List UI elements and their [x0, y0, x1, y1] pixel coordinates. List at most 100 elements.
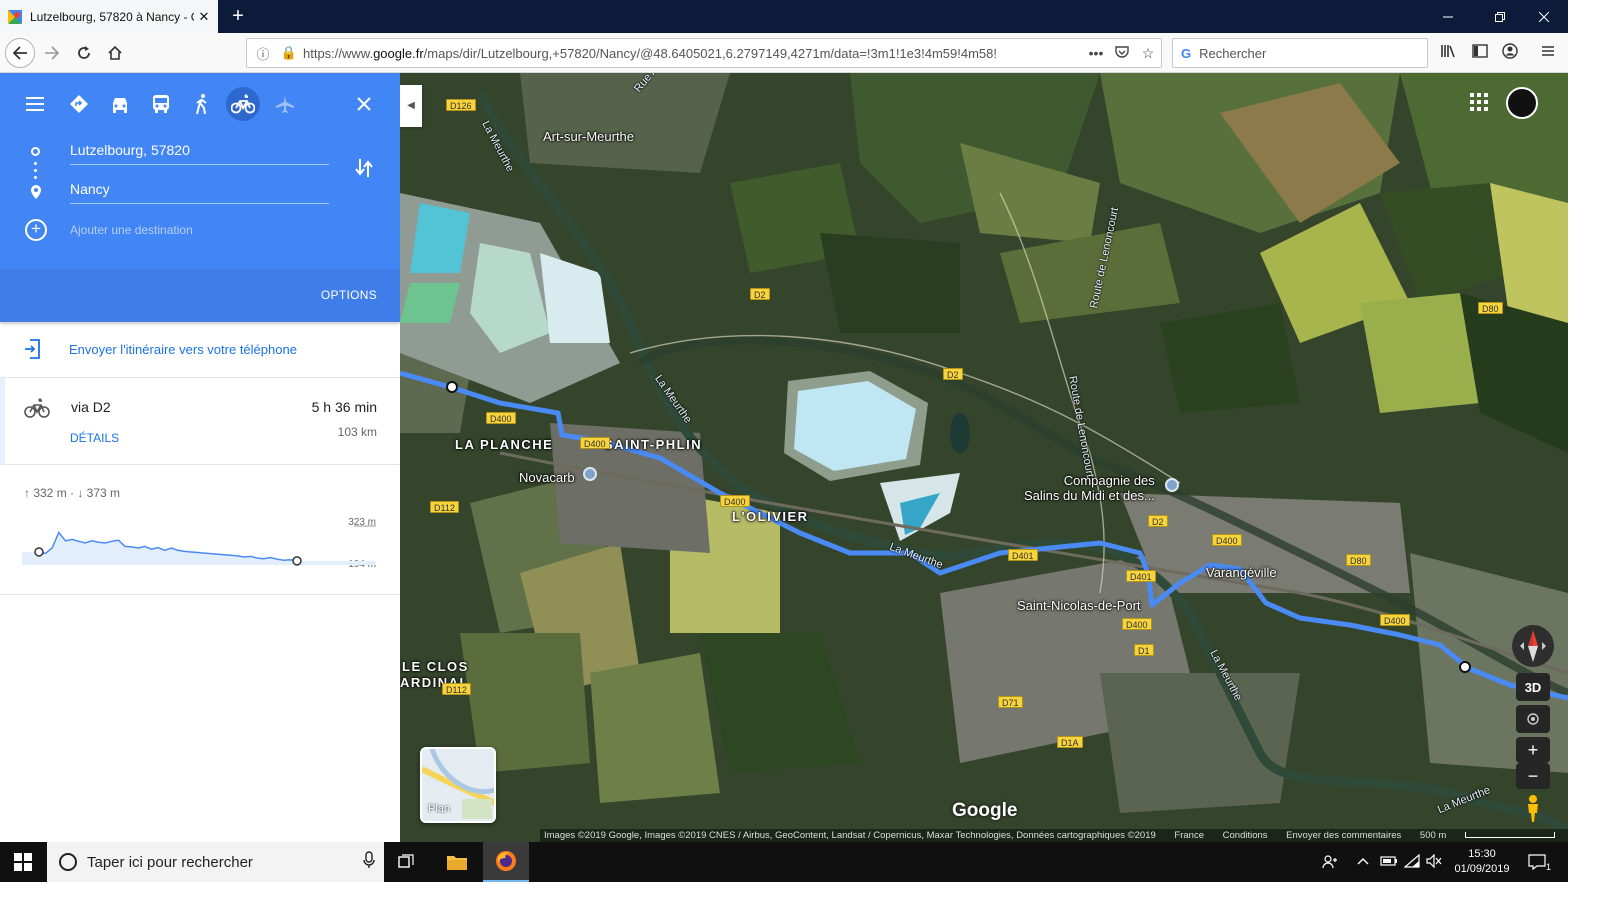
- scale-label[interactable]: 500 m: [1420, 830, 1446, 841]
- mode-best-button[interactable]: [62, 87, 96, 121]
- compass-control[interactable]: [1512, 625, 1554, 667]
- new-tab-button[interactable]: +: [226, 4, 250, 28]
- pocket-icon[interactable]: [1109, 45, 1135, 62]
- origin-field[interactable]: Lutzelbourg, 57820: [70, 137, 329, 165]
- country-link[interactable]: France: [1174, 830, 1204, 841]
- sidebar-toggle-icon[interactable]: [1470, 43, 1490, 63]
- road-badge: D1A: [1057, 736, 1083, 748]
- browser-tab-bar: Lutzelbourg, 57820 à Nancy - G ✕ +: [0, 0, 1568, 33]
- elevation-end-marker: [292, 556, 302, 566]
- start-button[interactable]: [0, 842, 46, 882]
- restore-icon[interactable]: [1476, 0, 1524, 33]
- road-badge: D400: [1380, 614, 1410, 626]
- library-icon[interactable]: [1438, 43, 1458, 63]
- zoom-in-button[interactable]: +: [1516, 737, 1550, 763]
- route-dots: [34, 169, 37, 172]
- road-badge: D400: [580, 437, 610, 449]
- place-saint-nicolas-de-port[interactable]: Saint-Nicolas-de-Port: [1017, 598, 1141, 613]
- people-icon[interactable]: [1322, 854, 1338, 873]
- poi-marker-icon[interactable]: [583, 467, 597, 481]
- back-button[interactable]: [5, 38, 35, 68]
- add-destination-icon[interactable]: +: [25, 219, 47, 241]
- taskbar-search-box[interactable]: Taper ici pour rechercher: [47, 842, 384, 882]
- satellite-imagery: [400, 73, 1568, 842]
- close-directions-button[interactable]: [347, 87, 381, 121]
- options-button[interactable]: OPTIONS: [321, 288, 377, 302]
- mode-bicycle-button[interactable]: [226, 87, 260, 121]
- tab-close-icon[interactable]: ✕: [194, 9, 214, 25]
- hamburger-icon: [26, 97, 44, 111]
- street-view-pegman-icon[interactable]: [1520, 793, 1546, 823]
- forward-button[interactable]: [37, 38, 67, 68]
- road-badge: D112: [430, 501, 459, 513]
- collapse-panel-button[interactable]: ◀: [400, 85, 422, 127]
- directions-diamond-icon: [70, 95, 88, 113]
- microphone-icon[interactable]: [354, 851, 384, 873]
- bicycle-icon: [24, 398, 50, 418]
- notifications-icon[interactable]: [1528, 854, 1546, 873]
- minimize-icon[interactable]: [1424, 0, 1472, 33]
- scale-bar: [1464, 832, 1555, 839]
- route-waypoint: [446, 381, 458, 393]
- feedback-link[interactable]: Envoyer des commentaires: [1286, 830, 1401, 841]
- task-view-icon[interactable]: [384, 842, 430, 882]
- zoom-out-button[interactable]: −: [1516, 763, 1550, 789]
- place-novacarb[interactable]: Novacarb: [519, 470, 575, 485]
- notification-count-badge: 1: [1546, 862, 1552, 872]
- hamburger-menu-button[interactable]: [18, 87, 52, 121]
- info-icon[interactable]: ⓘ: [253, 44, 273, 63]
- menu-icon[interactable]: [1538, 43, 1558, 63]
- location-target-icon: [1527, 713, 1539, 725]
- send-to-phone-row[interactable]: Envoyer l'itinéraire vers votre téléphon…: [0, 322, 400, 378]
- bookmark-star-icon[interactable]: ☆: [1135, 45, 1161, 62]
- poi-marker-icon[interactable]: [1165, 478, 1179, 492]
- satellite-map[interactable]: ◀ Art-sur-Meurthe LA PLANCHE SAINT-PHLIN…: [400, 73, 1568, 842]
- swap-icon[interactable]: [354, 157, 374, 179]
- place-la-planche[interactable]: LA PLANCHE: [455, 437, 553, 452]
- address-bar[interactable]: ⓘ 🔒 https://www.google.fr/maps/dir/Lutze…: [246, 38, 1162, 68]
- plan-label: Plan: [428, 803, 451, 815]
- account-avatar[interactable]: [1506, 87, 1538, 119]
- road-badge: D400: [1212, 534, 1242, 546]
- mode-transit-button[interactable]: [144, 87, 178, 121]
- 3d-toggle-button[interactable]: 3D: [1516, 673, 1550, 701]
- road-badge: D112: [442, 683, 471, 695]
- elevation-area: [22, 532, 376, 565]
- taskbar-search-placeholder: Taper ici pour rechercher: [87, 853, 253, 871]
- route-details-button[interactable]: DÉTAILS: [70, 431, 119, 445]
- page-actions-icon[interactable]: •••: [1083, 45, 1109, 61]
- add-destination-input[interactable]: Ajouter une destination: [70, 223, 193, 237]
- destination-field[interactable]: Nancy: [70, 176, 329, 204]
- volume-muted-icon[interactable]: [1426, 853, 1442, 871]
- road-badge: D2: [943, 368, 963, 380]
- mode-walk-button[interactable]: [185, 87, 219, 121]
- google-apps-icon[interactable]: [1470, 93, 1488, 111]
- cortana-icon: [59, 853, 77, 871]
- browser-search-box[interactable]: G Rechercher: [1172, 38, 1428, 68]
- account-icon[interactable]: [1500, 43, 1520, 63]
- mode-flight-button[interactable]: [268, 87, 302, 121]
- origin-dot-icon: [31, 147, 40, 156]
- route-option[interactable]: via D2 5 h 36 min 103 km DÉTAILS: [0, 378, 400, 465]
- browser-tab[interactable]: Lutzelbourg, 57820 à Nancy - G ✕: [0, 0, 218, 33]
- mode-car-button[interactable]: [103, 87, 137, 121]
- map-type-toggle[interactable]: Plan: [420, 747, 496, 823]
- system-clock[interactable]: 15:30 01/09/2019: [1448, 847, 1516, 877]
- show-hidden-icons-chevron-icon[interactable]: [1356, 854, 1370, 871]
- place-saint-phlin[interactable]: SAINT-PHLIN: [604, 437, 702, 452]
- close-window-icon[interactable]: [1520, 0, 1568, 33]
- place-le-clos[interactable]: LE CLOS: [402, 659, 469, 674]
- place-lolivier[interactable]: L'OLIVIER: [732, 509, 809, 524]
- firefox-taskbar-icon[interactable]: [483, 842, 529, 882]
- file-explorer-icon[interactable]: [434, 842, 480, 882]
- my-location-button[interactable]: [1516, 705, 1550, 733]
- home-button[interactable]: [100, 38, 130, 68]
- place-art-sur-meurthe[interactable]: Art-sur-Meurthe: [543, 129, 634, 144]
- battery-icon[interactable]: [1380, 854, 1398, 871]
- place-varangeville[interactable]: Varangéville: [1206, 565, 1277, 580]
- wifi-icon[interactable]: [1403, 853, 1420, 871]
- terms-link[interactable]: Conditions: [1223, 830, 1268, 841]
- route-waypoint: [1459, 661, 1471, 673]
- road-badge: D80: [1346, 554, 1371, 566]
- reload-button[interactable]: [69, 38, 99, 68]
